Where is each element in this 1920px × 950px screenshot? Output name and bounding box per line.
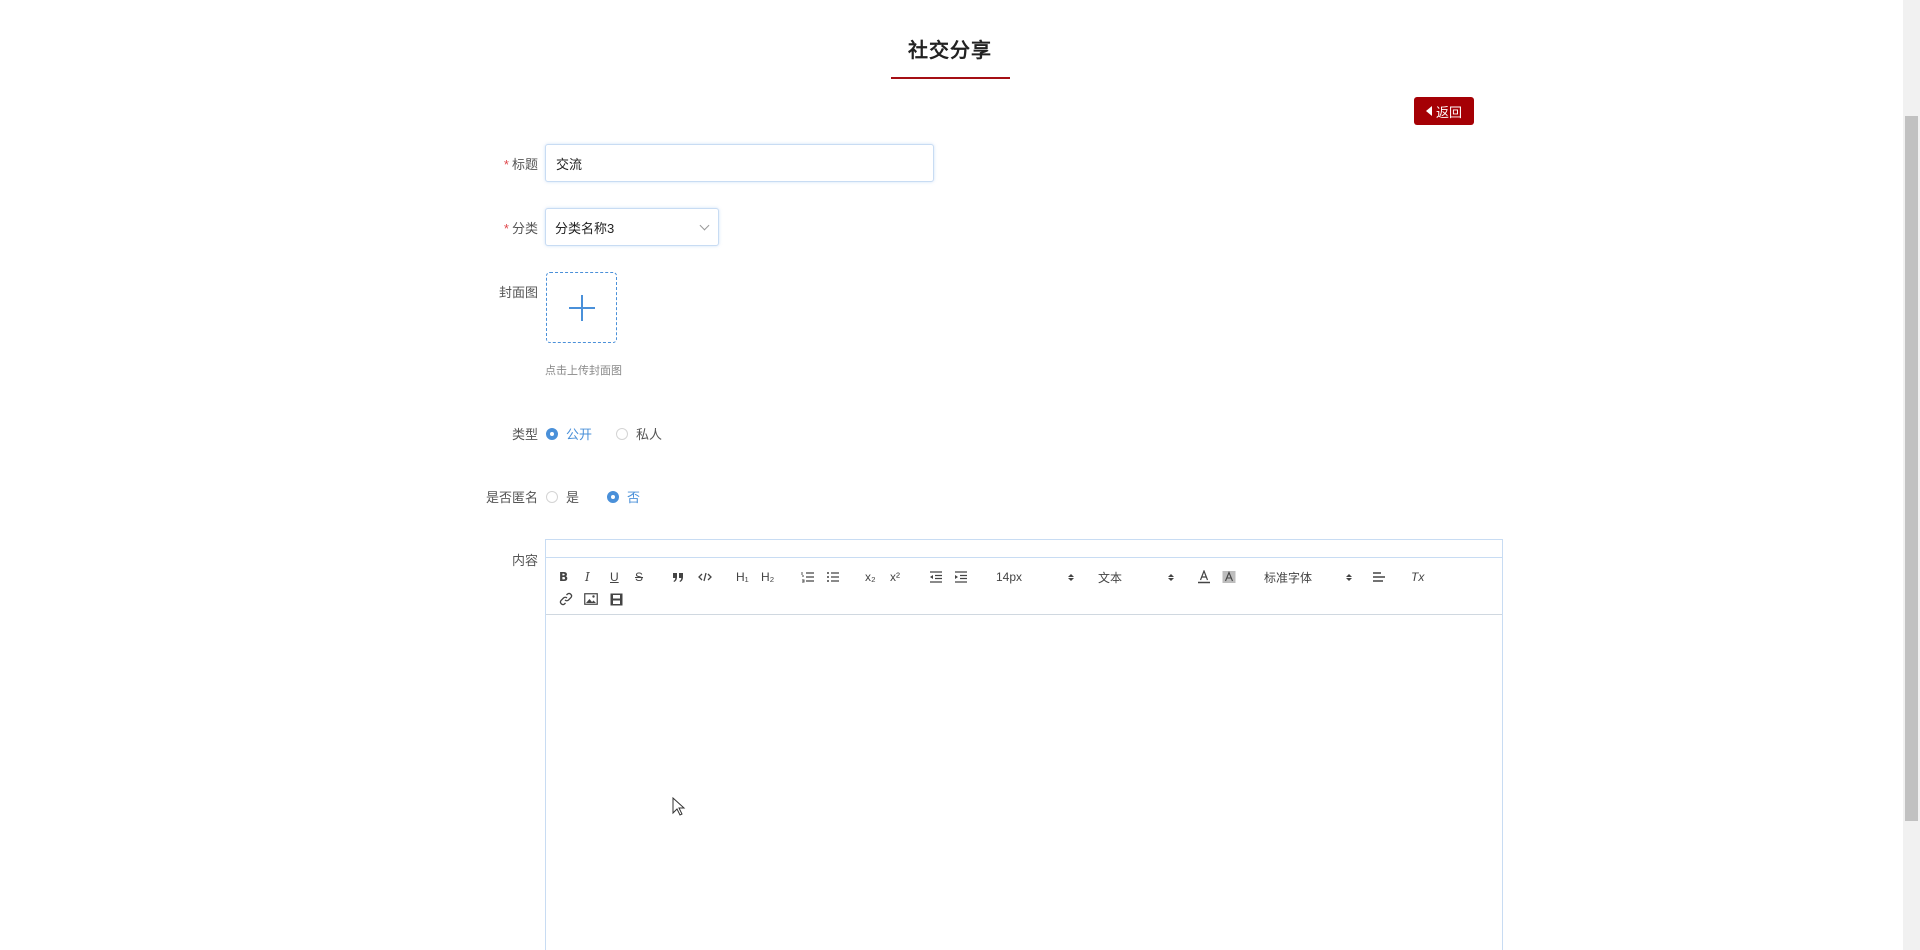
font-size-picker[interactable]: 14px [996, 568, 1074, 586]
outdent-icon [930, 571, 942, 583]
type-label: 类型 [511, 427, 538, 442]
radio-unchecked-icon [616, 427, 629, 440]
cover-label: 封面图 [498, 285, 538, 300]
type-radio-public[interactable]: 公开 [546, 424, 592, 443]
scrollbar-thumb[interactable] [1905, 116, 1918, 821]
title-label-text: 标题 [511, 157, 538, 172]
align-left-icon [1373, 572, 1385, 582]
chevron-down-icon [699, 220, 710, 230]
category-label: * 分类 [408, 218, 538, 237]
rich-text-editor: B I U S H₁ H₂ x₂ x² 14px 文本 标准字体 Tx [545, 539, 1503, 950]
background-color-icon [1222, 571, 1236, 583]
anonymous-radio-no[interactable]: 否 [607, 487, 640, 506]
text-style-value: 文本 [1098, 570, 1123, 585]
type-radio-private[interactable]: 私人 [616, 424, 662, 443]
outdent-button[interactable] [929, 568, 943, 586]
up-down-arrows-icon [1346, 573, 1352, 581]
superscript-button[interactable]: x² [890, 568, 900, 586]
link-button[interactable] [559, 590, 573, 608]
cover-upload-button[interactable] [546, 272, 617, 343]
caret-left-icon [1425, 106, 1432, 116]
anonymous-radio-no-label: 否 [627, 490, 641, 505]
bullet-list-icon [827, 572, 839, 582]
text-color-button[interactable] [1197, 568, 1211, 586]
cover-upload-hint: 点击上传封面图 [545, 365, 622, 377]
image-icon [584, 593, 598, 605]
ordered-list-icon [801, 572, 814, 583]
editor-content-area[interactable] [546, 615, 1502, 950]
anonymous-radio-yes[interactable]: 是 [546, 487, 579, 506]
header1-button[interactable]: H₁ [736, 568, 749, 586]
type-radio-group: 公开 私人 [546, 424, 662, 443]
underline-button[interactable]: U [610, 568, 619, 586]
type-radio-private-label: 私人 [636, 427, 663, 442]
quote-icon [673, 573, 683, 582]
mouse-pointer-icon [672, 797, 686, 816]
page-title: 社交分享 [908, 40, 992, 62]
video-button[interactable] [610, 590, 623, 608]
editor-top-strip [546, 540, 1502, 558]
blockquote-button[interactable] [672, 568, 685, 586]
code-block-button[interactable] [698, 568, 712, 586]
up-down-arrows-icon [1068, 573, 1074, 581]
radio-checked-icon [607, 490, 620, 503]
ordered-list-button[interactable] [801, 568, 815, 586]
header2-button[interactable]: H₂ [761, 568, 774, 586]
page: 社交分享 返回 * 标题 交流 * 分类 分类名称3 封面图 点击上传封面图 类型 … [0, 0, 1920, 950]
radio-checked-icon [546, 427, 558, 440]
title-input-value: 交流 [556, 156, 583, 172]
text-color-icon [1198, 570, 1210, 584]
category-label-text: 分类 [511, 221, 538, 236]
strike-button[interactable]: S [635, 568, 643, 586]
plus-icon [568, 294, 595, 321]
anonymous-label: 是否匿名 [485, 490, 538, 505]
anonymous-radio-group: 是 否 [546, 487, 640, 506]
clean-format-button[interactable]: Tx [1411, 568, 1424, 586]
radio-unchecked-icon [546, 490, 558, 503]
required-mark: * [503, 221, 509, 236]
font-size-value: 14px [996, 570, 1023, 584]
back-button-label: 返回 [1435, 104, 1462, 120]
bullet-list-button[interactable] [826, 568, 840, 586]
image-button[interactable] [584, 590, 598, 608]
category-select-value: 分类名称3 [555, 220, 615, 236]
page-scrollbar[interactable] [1903, 0, 1920, 950]
font-family-picker[interactable]: 标准字体 [1264, 568, 1352, 586]
required-mark: * [503, 157, 509, 172]
up-down-arrows-icon [1168, 573, 1174, 581]
link-icon [559, 592, 573, 606]
title-label: * 标题 [408, 154, 538, 173]
bold-button[interactable]: B [559, 568, 568, 586]
align-button[interactable] [1372, 568, 1386, 586]
indent-icon [955, 571, 967, 583]
subscript-button[interactable]: x₂ [865, 568, 876, 586]
code-icon [698, 572, 712, 582]
clean-format-label: Tx [1411, 570, 1425, 584]
indent-button[interactable] [954, 568, 968, 586]
editor-toolbar: B I U S H₁ H₂ x₂ x² 14px 文本 标准字体 Tx [546, 558, 1502, 615]
anonymous-radio-yes-label: 是 [566, 490, 580, 505]
italic-button[interactable]: I [585, 568, 590, 586]
title-input[interactable]: 交流 [545, 144, 934, 182]
type-radio-public-label: 公开 [566, 427, 593, 442]
category-select[interactable]: 分类名称3 [545, 208, 719, 246]
font-family-value: 标准字体 [1264, 570, 1313, 585]
content-label: 内容 [511, 553, 538, 568]
background-color-button[interactable] [1222, 568, 1236, 586]
title-underline [891, 77, 1010, 79]
video-icon [610, 593, 623, 605]
text-style-picker[interactable]: 文本 [1098, 568, 1174, 586]
back-button[interactable]: 返回 [1414, 97, 1474, 125]
